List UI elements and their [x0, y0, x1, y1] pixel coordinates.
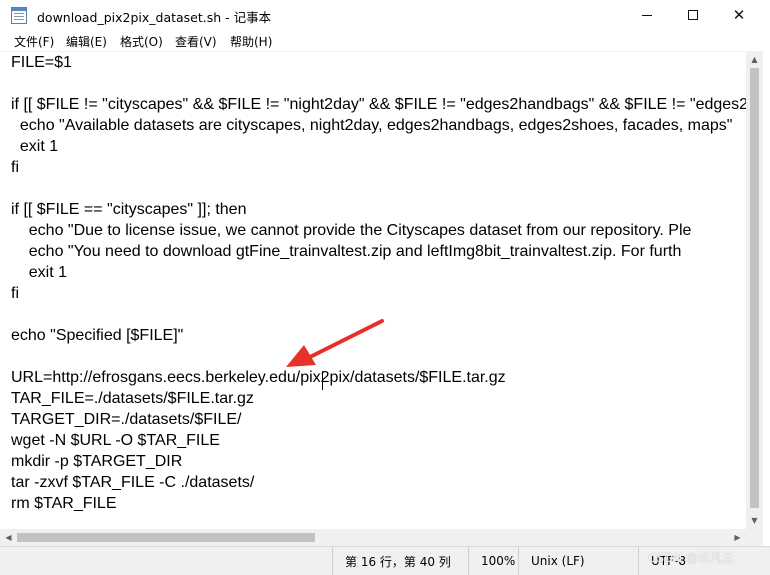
code-line: echo "Due to license issue, we cannot pr…	[11, 222, 692, 239]
code-line: wget -N $URL -O $TAR_FILE	[11, 432, 220, 449]
cursor-position: 第 16 行，第 40 列	[332, 547, 468, 575]
code-line: echo "Specified [$FILE]"	[11, 327, 184, 344]
code-line: fi	[11, 159, 19, 176]
code-line: if [[ $FILE == "cityscapes" ]]; then	[11, 201, 247, 218]
status-spacer	[0, 547, 332, 575]
menu-edit[interactable]: 编辑(E)	[66, 33, 107, 50]
scroll-down-button[interactable]: ▼	[746, 512, 763, 529]
code-line: TAR_FILE=./datasets/$FILE.tar.gz	[11, 390, 254, 407]
code-line: fi	[11, 285, 19, 302]
caret-left-icon: ◀	[5, 533, 12, 542]
scrollbar-corner	[746, 529, 763, 546]
code-line: rm $TAR_FILE	[11, 495, 117, 512]
scroll-left-button[interactable]: ◀	[0, 529, 17, 546]
menu-file[interactable]: 文件(F)	[14, 33, 54, 50]
window-title: download_pix2pix_dataset.sh - 记事本	[37, 10, 272, 25]
text-editor[interactable]: FILE=$1 if [[ $FILE != "cityscapes" && $…	[0, 51, 746, 529]
line-ending: Unix (LF)	[518, 547, 638, 575]
caret-down-icon: ▼	[751, 516, 758, 525]
code-line: if [[ $FILE != "cityscapes" && $FILE != …	[11, 96, 746, 113]
scroll-right-button[interactable]: ▶	[729, 529, 746, 546]
title-bar[interactable]: download_pix2pix_dataset.sh - 记事本 ✕	[0, 0, 770, 30]
close-icon: ✕	[732, 5, 746, 24]
code-line: URL=http://efrosgans.eecs.berkeley.edu/p…	[11, 369, 506, 386]
horizontal-scroll-thumb[interactable]	[17, 533, 315, 542]
horizontal-scrollbar[interactable]: ◀ ▶	[0, 529, 746, 546]
arrow-shaft	[308, 319, 384, 359]
code-line: echo "Available datasets are cityscapes,…	[11, 117, 733, 134]
maximize-button[interactable]	[670, 0, 716, 30]
close-button[interactable]: ✕	[716, 0, 762, 30]
vertical-scrollbar[interactable]: ▲ ▼	[746, 51, 763, 529]
notepad-window: download_pix2pix_dataset.sh - 记事本 ✕ 文件(F…	[0, 0, 770, 575]
code-line: echo "You need to download gtFine_trainv…	[11, 243, 682, 260]
caret-up-icon: ▲	[751, 55, 758, 64]
code-line: exit 1	[11, 264, 68, 281]
code-line: FILE=$1	[11, 54, 72, 71]
code-line: tar -zxvf $TAR_FILE -C ./datasets/	[11, 474, 255, 491]
caret-right-icon: ▶	[734, 533, 741, 542]
minimize-icon	[642, 14, 652, 16]
code-line: TARGET_DIR=./datasets/$FILE/	[11, 411, 242, 428]
zoom-level: 100%	[468, 547, 518, 575]
watermark: CSDN @末凡尘	[648, 551, 735, 565]
menu-help[interactable]: 帮助(H)	[230, 33, 272, 50]
notepad-app-icon	[11, 7, 27, 24]
code-line: exit 1	[11, 138, 59, 155]
menu-view[interactable]: 查看(V)	[175, 33, 217, 50]
red-arrow-annotation	[286, 319, 384, 367]
vertical-scroll-thumb[interactable]	[750, 68, 759, 508]
maximize-icon	[688, 10, 698, 20]
menu-bar: 文件(F) 编辑(E) 格式(O) 查看(V) 帮助(H)	[0, 30, 770, 51]
scroll-up-button[interactable]: ▲	[746, 51, 763, 68]
code-line: mkdir -p $TARGET_DIR	[11, 453, 183, 470]
minimize-button[interactable]	[624, 0, 670, 30]
menu-format[interactable]: 格式(O)	[120, 33, 163, 50]
